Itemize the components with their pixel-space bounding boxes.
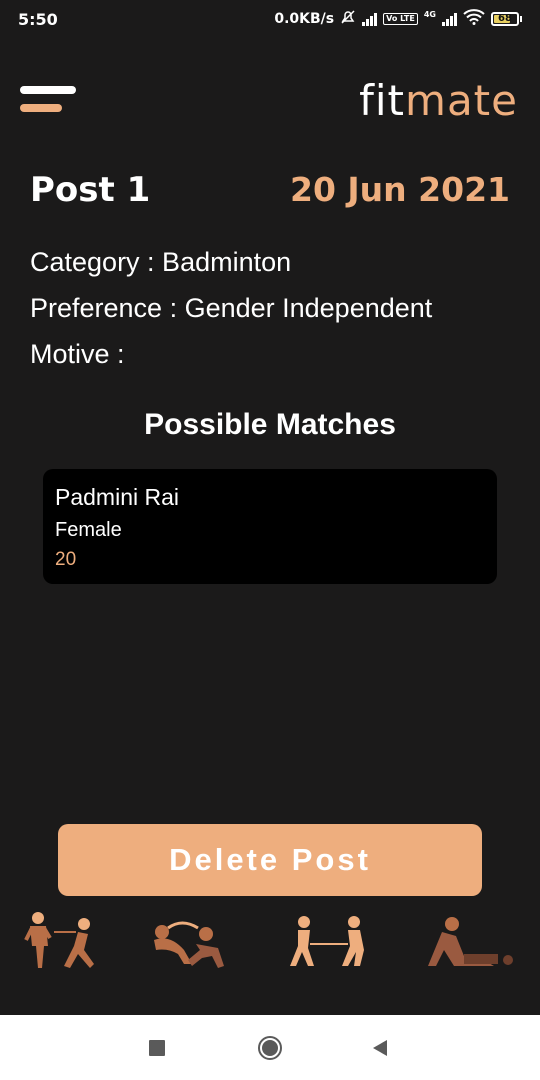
- possible-matches-heading: Possible Matches: [144, 408, 396, 441]
- tug-of-war-illustration: [290, 916, 364, 966]
- home-icon[interactable]: [240, 1015, 300, 1080]
- pushup-illustration: [428, 917, 513, 966]
- app-logo: fitmate: [359, 76, 518, 125]
- runner-illustration: [24, 912, 94, 968]
- delete-post-label: Delete Post: [169, 842, 371, 877]
- status-icons: 0.0KB/s Vo LTE 4G 68: [274, 9, 522, 29]
- network-speed: 0.0KB/s: [274, 11, 335, 27]
- exercise-illustration-strip: [0, 910, 540, 990]
- signal-icon-2: [442, 12, 457, 26]
- preference-line: Preference : Gender Independent: [30, 293, 433, 323]
- status-time: 5:50: [18, 10, 58, 29]
- post-title: Post 1: [30, 170, 151, 210]
- category-line: Category : Badminton: [30, 247, 292, 277]
- logo-mate: mate: [405, 76, 518, 125]
- match-name: Padmini Rai: [55, 484, 179, 510]
- match-age: 20: [55, 549, 77, 570]
- network-type: 4G: [423, 9, 436, 19]
- status-bar: 5:50 0.0KB/s Vo LTE 4G 68: [0, 0, 540, 40]
- system-nav-bar: [0, 1015, 540, 1080]
- battery-level: 68: [498, 13, 512, 24]
- recent-apps-icon[interactable]: [127, 1015, 187, 1080]
- delete-post-button[interactable]: Delete Post: [58, 824, 482, 896]
- post-date: 20 Jun 2021: [289, 170, 510, 209]
- yoga-illustration: [154, 921, 224, 968]
- signal-icon: [362, 12, 378, 26]
- mute-alarm-icon: [340, 9, 356, 29]
- match-card[interactable]: Padmini Rai Female 20: [43, 469, 497, 584]
- menu-icon[interactable]: [20, 86, 76, 116]
- battery-icon: 68: [491, 12, 522, 26]
- wifi-icon: [463, 9, 485, 29]
- motive-line: Motive :: [30, 339, 125, 369]
- volte-icon: Vo LTE: [383, 13, 418, 25]
- match-gender: Female: [55, 519, 122, 541]
- logo-fit: fit: [359, 76, 406, 125]
- back-icon[interactable]: [350, 1015, 410, 1080]
